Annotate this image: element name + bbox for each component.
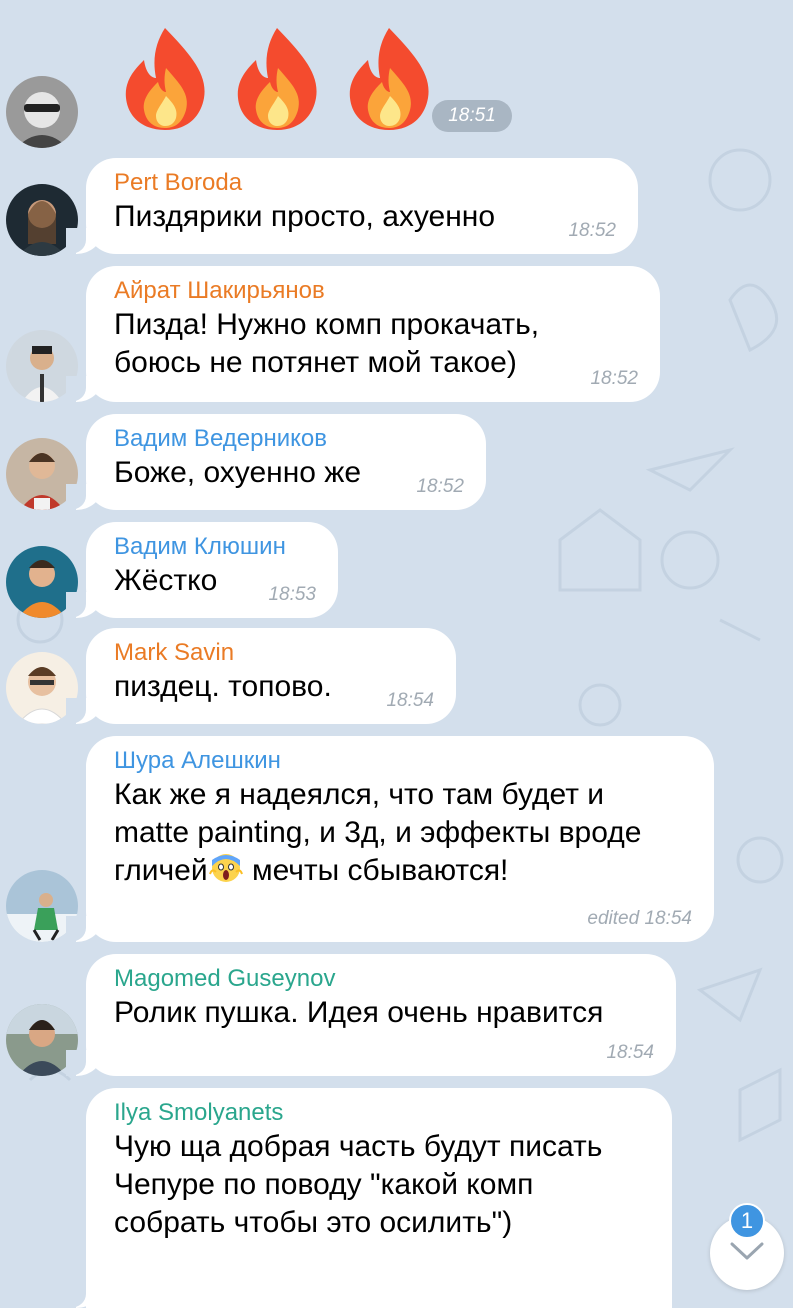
message-text: Чепуре по поводу "какой комп — [114, 1168, 534, 1201]
sender-name: Mark Savin — [114, 639, 235, 666]
message-bubble[interactable]: Magomed Guseynov Ролик пушка. Идея очень… — [66, 954, 676, 1076]
message-bubble[interactable]: Mark Savin пиздец. топово. 18:54 — [66, 628, 456, 724]
message-text: Ролик пушка. Идея очень нравится — [114, 996, 604, 1029]
avatar[interactable] — [6, 76, 78, 148]
fire-icon — [125, 28, 205, 130]
message-time: 18:52 — [590, 368, 638, 389]
message-text-part: мечты сбываются! — [243, 854, 509, 887]
sticker-row — [120, 24, 434, 134]
message-bubble[interactable]: Айрат Шакирьянов Пизда! Нужно комп прока… — [66, 266, 660, 402]
message-time: 18:51 — [432, 100, 512, 132]
fire-icon — [349, 28, 429, 130]
message-text-part: гличей — [114, 854, 208, 887]
fire-icon — [237, 28, 317, 130]
message-text: боюсь не потянет мой такое) — [114, 346, 517, 379]
sender-name: Ilya Smolyanets — [114, 1099, 284, 1126]
message-text: Как же я надеялся, что там будет и — [114, 778, 605, 811]
message-text: Пизда! Нужно комп прокачать, — [114, 308, 540, 341]
sender-name: Айрат Шакирьянов — [114, 277, 325, 304]
message-bubble[interactable]: Шура Алешкин Как же я надеялся, что там … — [66, 736, 714, 942]
message-time: 18:53 — [268, 584, 316, 605]
message-text: гличей мечты сбываются! — [114, 852, 688, 890]
sender-name: Magomed Guseynov — [114, 965, 336, 992]
message-bubble[interactable]: Pert Boroda Пиздярики просто, ахуенно 18… — [66, 158, 638, 254]
screaming-face-icon — [208, 854, 243, 882]
message-text: Боже, охуенно же — [114, 456, 362, 489]
message-bubble[interactable]: Ilya Smolyanets Чую ща добрая часть буду… — [66, 1088, 672, 1308]
message-time: 18:52 — [416, 476, 464, 497]
message-text: Чую ща добрая часть будут писать — [114, 1130, 603, 1163]
message-time: edited 18:54 — [587, 908, 692, 929]
message-bubble[interactable]: Вадим Клюшин Жёстко 18:53 — [66, 522, 338, 618]
message-text: собрать чтобы это осилить") — [114, 1206, 513, 1239]
message-time: 18:54 — [386, 690, 434, 711]
sender-name: Pert Boroda — [114, 169, 243, 196]
message-text: matte painting, и 3д, и эффекты вроде — [114, 816, 642, 849]
message-bubble[interactable]: Вадим Ведерников Боже, охуенно же 18:52 — [66, 414, 486, 510]
unread-badge: 1 — [729, 1203, 765, 1239]
sender-name: Вадим Ведерников — [114, 425, 327, 452]
message-text: пиздец. топово. — [114, 670, 332, 703]
message-time: 18:54 — [606, 1042, 654, 1063]
sender-name: Вадим Клюшин — [114, 533, 286, 560]
message-time: 18:52 — [568, 220, 616, 241]
message-text: Пиздярики просто, ахуенно — [114, 200, 496, 233]
sender-name: Шура Алешкин — [114, 747, 281, 774]
